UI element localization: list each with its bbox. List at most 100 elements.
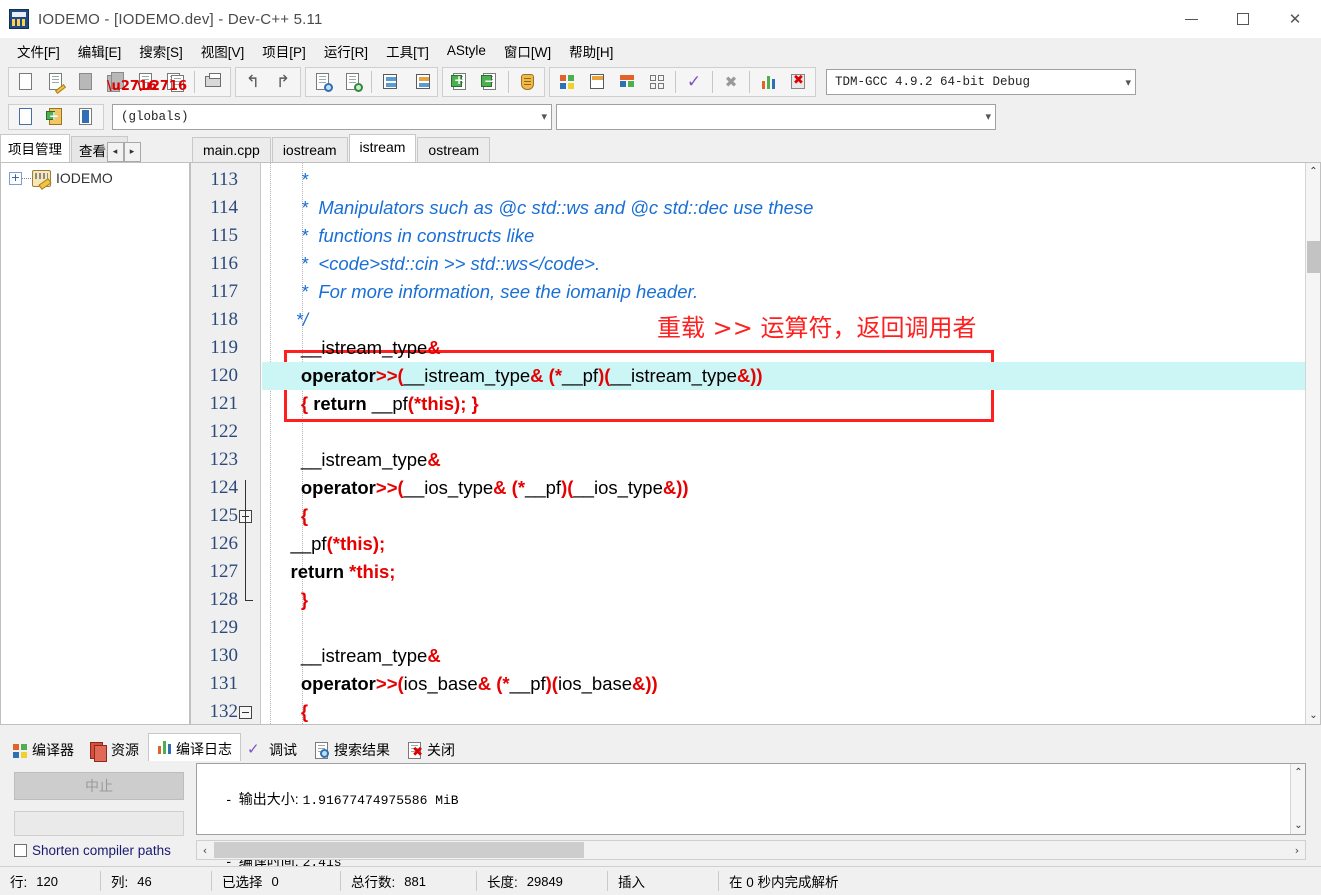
code-line[interactable]: { (262, 502, 1305, 530)
save-button[interactable] (71, 68, 101, 96)
shorten-paths-checkbox[interactable] (14, 844, 27, 857)
compile-button[interactable] (552, 68, 582, 96)
project-options-button[interactable] (512, 68, 542, 96)
log-scroll-thumb[interactable] (214, 842, 584, 858)
code-line[interactable]: operator>>(ios_base& (*__pf)(ios_base&)) (262, 670, 1305, 698)
scroll-down-arrow-icon[interactable]: ⌄ (1306, 707, 1320, 724)
bottom-tab-close[interactable]: ✖ 关闭 (399, 736, 464, 761)
code-line[interactable]: __istream_type& (262, 446, 1305, 474)
code-line[interactable]: { (262, 698, 1305, 724)
add-to-project-button[interactable] (445, 68, 475, 96)
undo-button[interactable]: ↰ (238, 68, 268, 96)
code-line[interactable]: } (262, 586, 1305, 614)
scope-dropdown[interactable]: (globals) ▾ (112, 103, 552, 130)
close-button[interactable]: ✕ (1269, 0, 1321, 38)
scroll-down-arrow-icon[interactable]: ⌄ (1291, 817, 1306, 834)
code-text-area[interactable]: 重载 >> 运算符，返回调用者 * * Manipulators such as… (262, 163, 1305, 724)
profile-button[interactable] (753, 68, 783, 96)
code-line[interactable] (262, 614, 1305, 642)
code-line[interactable]: __istream_type& (262, 334, 1305, 362)
code-token: __istream_type (610, 365, 737, 386)
toolbar-separator (712, 71, 713, 93)
open-project-button[interactable] (41, 68, 71, 96)
code-line[interactable]: __istream_type& (262, 642, 1305, 670)
code-line[interactable]: { return __pf(*this); } (262, 390, 1305, 418)
compile-and-run-button[interactable] (612, 68, 642, 96)
toggle-bookmark-button[interactable] (71, 103, 101, 131)
abort-button[interactable]: 中止 (14, 772, 184, 800)
menu-tools[interactable]: 工具[T] (377, 38, 438, 64)
code-editor[interactable]: 113 114 115 116 117 118 119 120 121 122 123 124 125 1… (190, 162, 1321, 725)
tab-scroll-left-button[interactable]: ◂ (106, 142, 124, 162)
editor-vertical-scrollbar[interactable]: ⌃ ⌄ (1305, 163, 1320, 724)
add-class-button[interactable] (41, 103, 71, 131)
code-line[interactable]: * functions in constructs like (262, 222, 1305, 250)
shorten-paths-row[interactable]: Shorten compiler paths (14, 843, 171, 858)
insert-snippet-button[interactable] (11, 103, 41, 131)
code-line[interactable]: operator>>(__istream_type& (*__pf)(__ist… (262, 362, 1305, 390)
syntax-check-button[interactable]: ✓ (679, 68, 709, 96)
redo-button[interactable]: ↱ (268, 68, 298, 96)
new-file-button[interactable] (11, 68, 41, 96)
editor-tab-ostream[interactable]: ostream (417, 137, 490, 162)
scroll-up-arrow-icon[interactable]: ⌃ (1306, 163, 1320, 180)
maximize-button[interactable] (1217, 0, 1269, 38)
fold-toggle-icon[interactable] (239, 706, 252, 719)
tree-row-project[interactable]: + IODEMO (1, 167, 189, 189)
code-line[interactable]: return *this; (262, 558, 1305, 586)
bottom-tab-compile-log[interactable]: 编译日志 (148, 733, 241, 761)
replace-button[interactable] (338, 68, 368, 96)
code-line[interactable]: __pf(*this); (262, 530, 1305, 558)
close-all-button[interactable]: \u2716 (137, 68, 191, 96)
tab-project-manager[interactable]: 项目管理 (0, 134, 70, 162)
editor-tab-main-cpp[interactable]: main.cpp (192, 137, 271, 162)
tab-scroll-right-button[interactable]: ▸ (123, 142, 141, 162)
code-line[interactable]: * For more information, see the iomanip … (262, 278, 1305, 306)
code-token: { (270, 505, 309, 526)
print-button[interactable] (198, 68, 228, 96)
rebuild-all-button[interactable] (642, 68, 672, 96)
menu-edit[interactable]: 编辑[E] (69, 38, 131, 64)
menu-astyle[interactable]: AStyle (438, 40, 495, 61)
log-horizontal-scrollbar[interactable]: ‹ › (196, 840, 1306, 860)
menu-search[interactable]: 搜索[S] (130, 38, 192, 64)
menu-view[interactable]: 视图[V] (192, 38, 254, 64)
compiler-set-dropdown[interactable]: TDM-GCC 4.9.2 64-bit Debug ▾ (826, 69, 1136, 95)
code-line[interactable]: */ (262, 306, 1305, 334)
line-number: 115 (210, 225, 238, 246)
bottom-tab-label: 资源 (111, 741, 139, 758)
bottom-tab-debug[interactable]: ✓ 调试 (241, 736, 306, 761)
code-line[interactable]: operator>>(__ios_type& (*__pf)(__ios_typ… (262, 474, 1305, 502)
editor-tab-istream[interactable]: istream (348, 134, 417, 162)
stop-execution-button[interactable]: ✖ (716, 68, 746, 96)
log-vertical-scrollbar[interactable]: ⌃ ⌄ (1290, 764, 1305, 834)
scroll-up-arrow-icon[interactable]: ⌃ (1291, 764, 1306, 781)
goto-function-button[interactable] (405, 68, 435, 96)
minimize-button[interactable] (1165, 0, 1217, 38)
goto-line-button[interactable] (375, 68, 405, 96)
expand-icon[interactable]: + (9, 171, 22, 185)
code-token: >>( (375, 673, 404, 694)
menu-run[interactable]: 运行[R] (315, 38, 377, 64)
bottom-tab-search-results[interactable]: 搜索结果 (306, 736, 399, 761)
bottom-tab-resources[interactable]: 资源 (83, 736, 148, 762)
symbol-dropdown[interactable]: ▾ (556, 103, 996, 130)
menu-help[interactable]: 帮助[H] (560, 38, 622, 64)
scroll-right-arrow-icon[interactable]: › (1289, 841, 1305, 859)
menu-file[interactable]: 文件[F] (8, 38, 69, 64)
editor-tab-iostream[interactable]: iostream (271, 137, 348, 162)
bottom-tab-compiler[interactable]: 编译器 (4, 736, 83, 761)
code-line[interactable]: * (262, 166, 1305, 194)
run-button[interactable] (582, 68, 612, 96)
scroll-left-arrow-icon[interactable]: ‹ (197, 841, 213, 859)
compile-log-panel[interactable]: - 输出大小: 1.91677474975586 MiB - 编译时间: 2.4… (196, 763, 1306, 870)
menu-window[interactable]: 窗口[W] (495, 38, 560, 64)
code-line[interactable]: * <code>std::cin >> std::ws</code>. (262, 250, 1305, 278)
menu-project[interactable]: 项目[P] (253, 38, 315, 64)
remove-from-project-button[interactable] (475, 68, 505, 96)
find-button[interactable] (308, 68, 338, 96)
debug-button[interactable] (783, 68, 813, 96)
code-line[interactable]: * Manipulators such as @c std::ws and @c… (262, 194, 1305, 222)
code-line[interactable] (262, 418, 1305, 446)
editor-scroll-thumb[interactable] (1307, 241, 1320, 273)
